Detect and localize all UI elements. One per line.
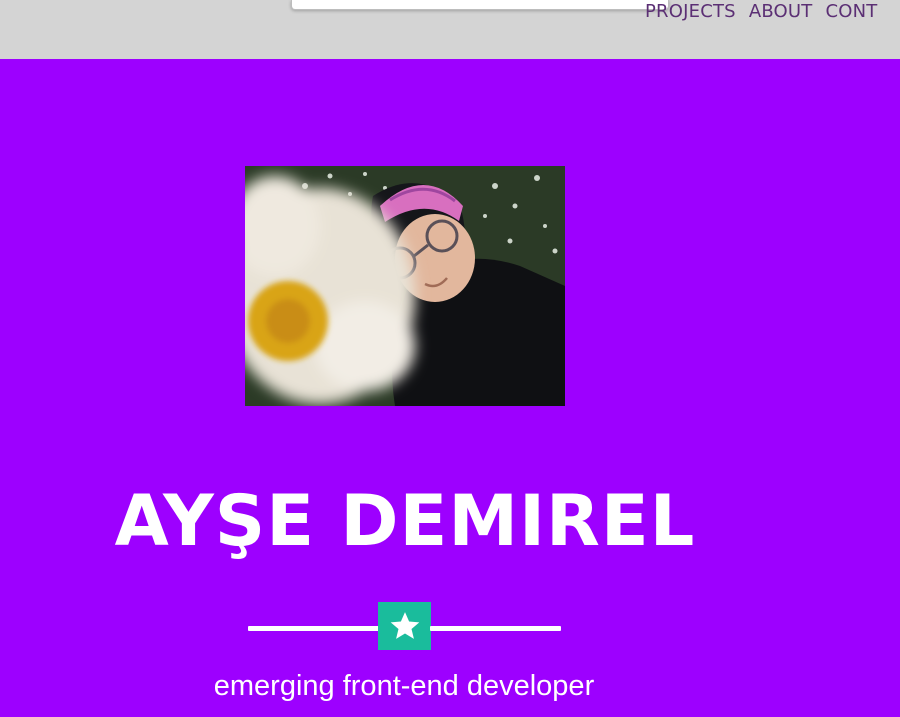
hero-name: AYŞE DEMIREL xyxy=(114,480,696,562)
nav-link-about[interactable]: ABOUT xyxy=(749,1,813,25)
divider-line-right xyxy=(430,626,561,631)
divider-line-left xyxy=(248,626,379,631)
nav-link-projects[interactable]: PROJECTS xyxy=(645,1,736,25)
star-icon xyxy=(390,612,419,639)
nav-link-contact[interactable]: CONT xyxy=(826,1,878,25)
top-navbar: PROJECTS ABOUT CONT xyxy=(0,0,900,59)
hero-tagline: emerging front-end developer xyxy=(213,670,595,702)
main-nav: PROJECTS ABOUT CONT xyxy=(645,1,878,25)
profile-photo xyxy=(245,166,565,406)
popup-window-edge[interactable] xyxy=(291,0,669,10)
star-badge xyxy=(378,602,431,650)
